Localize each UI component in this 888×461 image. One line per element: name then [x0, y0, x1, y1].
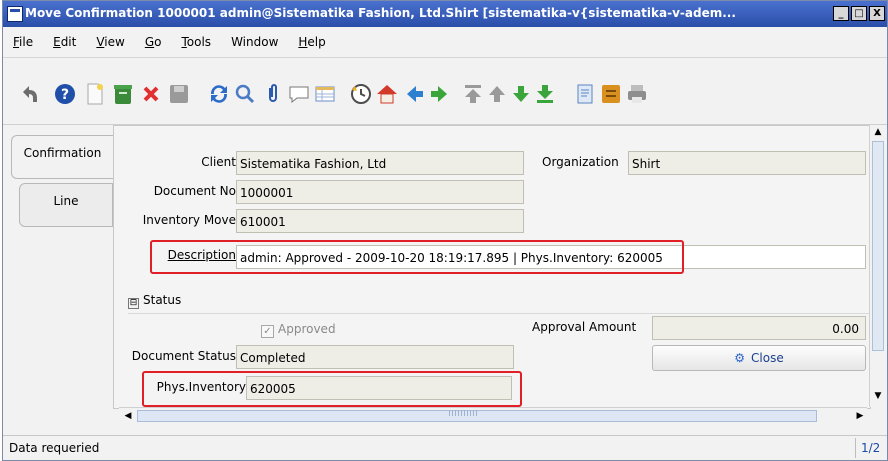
gear-icon: ⚙	[734, 351, 746, 365]
approved-label: Approved	[278, 322, 336, 336]
document-no-label: Document No	[153, 184, 236, 198]
scroll-right-icon[interactable]: ▶	[853, 408, 867, 424]
scroll-grip-icon	[449, 410, 479, 416]
approval-amount-label: Approval Amount	[532, 320, 637, 334]
document-status-field[interactable]: Completed	[236, 345, 514, 369]
vertical-scrollbar[interactable]: ▲ ▼	[869, 125, 886, 407]
app-window: Move Confirmation 1000001 admin@Sistemat…	[2, 0, 888, 461]
horizontal-scrollbar[interactable]: ◀ ▶	[119, 407, 867, 424]
attachment-icon[interactable]	[261, 82, 285, 106]
grid-toggle-icon[interactable]	[313, 82, 337, 106]
down-icon[interactable]	[509, 82, 533, 106]
new-record-icon[interactable]	[83, 82, 107, 106]
status-section-header[interactable]: ⊟ Status	[128, 293, 870, 314]
form-panel: Client Sistematika Fashion, Ltd Organiza…	[113, 125, 871, 409]
organization-field[interactable]: Shirt	[628, 151, 866, 175]
scroll-up-icon[interactable]: ▲	[870, 125, 886, 139]
window-icon	[7, 6, 23, 22]
svg-text:?: ?	[61, 87, 69, 103]
status-section-label: Status	[143, 293, 182, 307]
toolbar: ?	[3, 58, 887, 125]
status-bar: Data requeried 1/2	[3, 435, 887, 460]
scroll-down-icon[interactable]: ▼	[870, 389, 886, 403]
menu-window[interactable]: Window	[221, 35, 288, 49]
close-window-button[interactable]: X	[869, 6, 885, 21]
archive-icon[interactable]	[599, 82, 623, 106]
history-icon[interactable]	[349, 82, 373, 106]
description-highlight	[150, 240, 684, 274]
client-field[interactable]: Sistematika Fashion, Ltd	[236, 151, 524, 175]
tab-confirmation[interactable]: Confirmation	[11, 135, 113, 179]
delete-icon[interactable]	[139, 82, 163, 106]
menu-go[interactable]: Go	[135, 35, 172, 49]
scroll-left-icon[interactable]: ◀	[121, 408, 135, 424]
menu-view[interactable]: View	[86, 35, 134, 49]
close-document-button[interactable]: ⚙ Close	[652, 345, 866, 371]
close-button-label: Close	[751, 351, 784, 365]
next-icon[interactable]	[427, 82, 451, 106]
menu-tools[interactable]: Tools	[171, 35, 221, 49]
check-icon: ✓	[261, 325, 274, 338]
document-status-label: Document Status	[131, 349, 236, 363]
approved-checkbox[interactable]: ✓ Approved	[261, 322, 336, 338]
record-counter[interactable]: 1/2	[861, 441, 880, 455]
help-icon[interactable]: ?	[53, 82, 77, 106]
undo-icon[interactable]	[17, 82, 41, 106]
tab-line[interactable]: Line	[19, 183, 113, 227]
previous-icon[interactable]	[403, 82, 427, 106]
status-separator	[855, 438, 856, 458]
first-record-icon[interactable]	[461, 82, 485, 106]
tab-strip: Confirmation Line	[3, 125, 113, 411]
inventory-move-field[interactable]: 610001	[236, 209, 524, 233]
minimize-button[interactable]: _	[833, 6, 849, 21]
menu-bar: File Edit View Go Tools Window Help	[3, 27, 887, 58]
phys-inventory-highlight	[142, 371, 522, 407]
inventory-move-label: Inventory Move	[142, 213, 236, 227]
vertical-scroll-thumb[interactable]	[872, 141, 884, 351]
window-controls: _ □ X	[833, 6, 885, 22]
organization-label: Organization	[542, 155, 619, 169]
home-icon[interactable]	[375, 82, 399, 106]
status-message: Data requeried	[9, 441, 100, 455]
menu-file[interactable]: File	[3, 35, 43, 49]
approval-amount-field[interactable]: 0.00	[652, 316, 866, 340]
up-icon[interactable]	[485, 82, 509, 106]
last-record-icon[interactable]	[533, 82, 557, 106]
maximize-button[interactable]: □	[851, 6, 867, 21]
refresh-icon[interactable]	[207, 82, 231, 106]
title-bar[interactable]: Move Confirmation 1000001 admin@Sistemat…	[3, 1, 887, 27]
client-label: Client	[201, 155, 236, 169]
menu-help[interactable]: Help	[288, 35, 335, 49]
collapse-icon[interactable]: ⊟	[128, 298, 139, 309]
chat-icon[interactable]	[287, 82, 311, 106]
find-icon[interactable]	[233, 82, 257, 106]
report-icon[interactable]	[573, 82, 597, 106]
disk-icon[interactable]	[167, 82, 191, 106]
document-no-field[interactable]: 1000001	[236, 180, 524, 204]
window-title: Move Confirmation 1000001 admin@Sistemat…	[25, 6, 736, 20]
menu-edit[interactable]: Edit	[43, 35, 86, 49]
print-icon[interactable]	[625, 82, 649, 106]
save-icon[interactable]	[111, 82, 135, 106]
